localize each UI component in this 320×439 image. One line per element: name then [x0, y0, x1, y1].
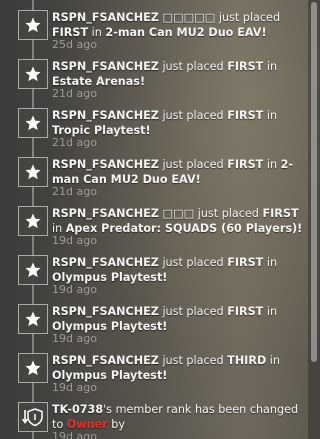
- timestamp: 21d ago: [52, 87, 97, 100]
- placement: FIRST: [227, 256, 264, 269]
- timestamp: 19d ago: [52, 430, 97, 439]
- username[interactable]: RSPN_FSANCHEZ: [52, 11, 159, 24]
- placement: FIRST: [227, 60, 264, 73]
- star-icon: [18, 59, 48, 89]
- star-icon: [18, 255, 48, 285]
- star-icon: [18, 108, 48, 138]
- star-icon: [18, 10, 48, 40]
- timestamp: 19d ago: [52, 332, 97, 345]
- star-icon: [18, 206, 48, 236]
- rank-change-icon: [18, 402, 48, 432]
- username[interactable]: RSPN_FSANCHEZ: [52, 305, 159, 318]
- scrollbar-thumb[interactable]: [311, 2, 317, 362]
- name-glyphs: □□□: [158, 207, 195, 220]
- star-icon: [18, 353, 48, 383]
- star-icon: [18, 157, 48, 187]
- timestamp: 21d ago: [52, 185, 97, 198]
- placement: THIRD: [227, 354, 267, 367]
- username[interactable]: RSPN_FSANCHEZ: [52, 109, 159, 122]
- event-name: Apex Predator: SQUADS (60 Players)!: [65, 222, 303, 235]
- placement: FIRST: [227, 158, 264, 171]
- timestamp: 19d ago: [52, 381, 97, 394]
- username[interactable]: RSPN_FSANCHEZ: [52, 158, 159, 171]
- star-icon: [18, 304, 48, 334]
- timestamp: 19d ago: [52, 234, 97, 247]
- placement: FIRST: [262, 207, 299, 220]
- username[interactable]: RSPN_FSANCHEZ: [52, 354, 159, 367]
- username[interactable]: RSPN_FSANCHEZ: [52, 256, 159, 269]
- username[interactable]: RSPN_FSANCHEZ: [52, 207, 159, 220]
- timestamp: 21d ago: [52, 136, 97, 149]
- timestamp: 19d ago: [52, 283, 97, 296]
- activity-feed[interactable]: RSPN_FSANCHEZ □□□□□ just placed FIRST in…: [0, 0, 308, 439]
- name-glyphs: □□□□□: [158, 11, 216, 24]
- placement: FIRST: [227, 109, 264, 122]
- placement: FIRST: [227, 305, 264, 318]
- scrollbar[interactable]: [308, 0, 320, 439]
- timestamp: 25d ago: [52, 38, 97, 51]
- username[interactable]: RSPN_FSANCHEZ: [52, 60, 159, 73]
- username[interactable]: TK-0738: [52, 403, 103, 416]
- event-name: 2-man Can MU2 Duo EAV!: [105, 26, 267, 39]
